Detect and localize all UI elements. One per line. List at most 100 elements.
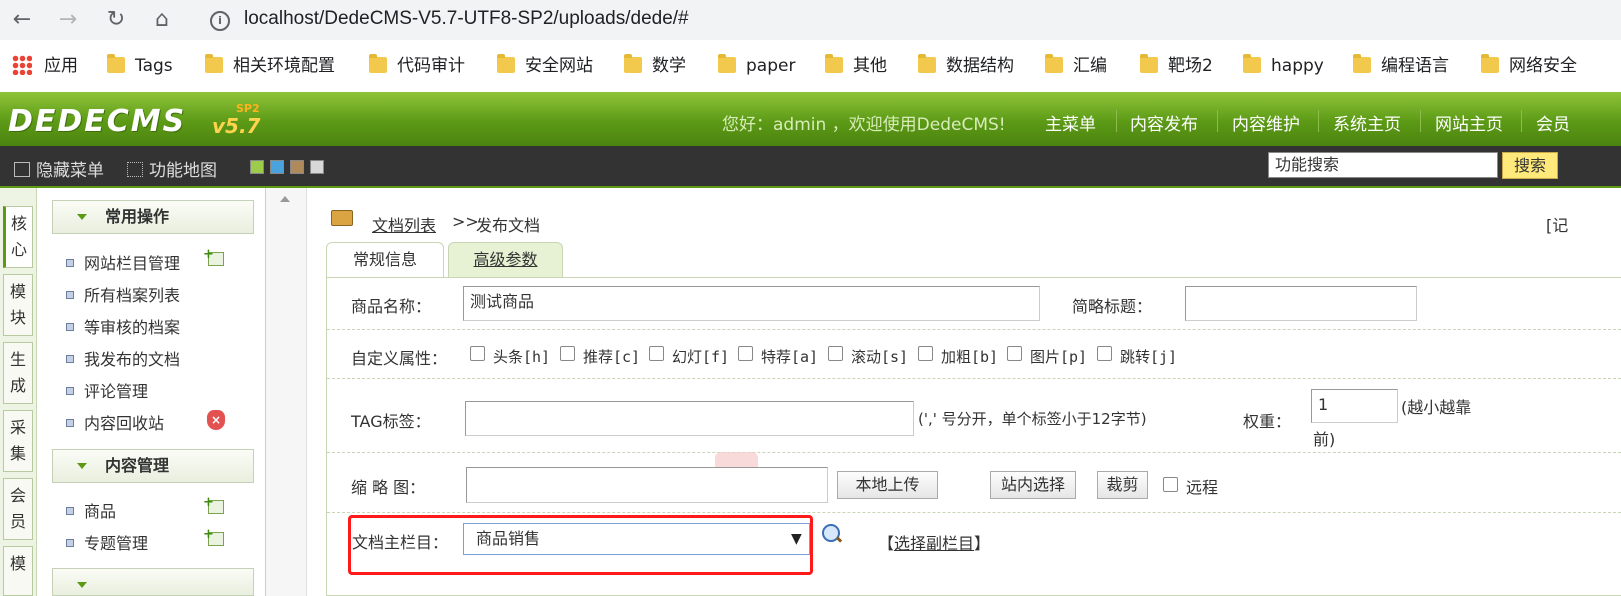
attr-scroll[interactable]: 滚动[s] — [828, 346, 908, 367]
menu-section-next[interactable] — [52, 568, 254, 596]
folder-icon — [107, 54, 125, 73]
theme-swatch-blue[interactable] — [270, 160, 284, 174]
search-button[interactable]: 搜索 — [1502, 152, 1558, 179]
menu-item-columns[interactable]: 网站栏目管理 — [66, 250, 180, 274]
menu-item-recycle[interactable]: 内容回收站 — [66, 410, 164, 434]
bookmark-other[interactable]: 其他 — [825, 54, 887, 78]
nav-site-home[interactable]: 网站主页 — [1435, 110, 1503, 135]
breadcrumb-doc-list[interactable]: 文档列表 — [372, 212, 436, 236]
bookmark-math[interactable]: 数学 — [624, 54, 686, 78]
checkbox[interactable] — [828, 346, 843, 361]
theme-swatch-gray[interactable] — [310, 160, 324, 174]
menu-section-content[interactable]: 内容管理 — [52, 449, 254, 483]
theme-swatch-green[interactable] — [250, 160, 264, 174]
bullet-icon — [66, 507, 74, 515]
back-icon[interactable]: ← — [6, 4, 38, 36]
add-icon[interactable] — [203, 527, 224, 546]
bookmark-paper[interactable]: paper — [718, 54, 795, 78]
bookmark-apps[interactable]: 应用 — [12, 54, 78, 78]
nav-maintain[interactable]: 内容维护 — [1232, 110, 1300, 135]
remote-checkbox[interactable]: 远程 — [1163, 474, 1218, 498]
weight-input[interactable]: 1 — [1311, 389, 1398, 423]
bookmark-assembly[interactable]: 汇编 — [1045, 54, 1107, 78]
menu-section-common[interactable]: 常用操作 — [52, 200, 254, 234]
checkbox[interactable] — [1163, 477, 1178, 492]
vtab-collect[interactable]: 采集 — [3, 410, 33, 472]
splitter[interactable] — [266, 188, 307, 596]
bullet-icon — [66, 539, 74, 547]
product-name-input[interactable]: 测试商品 — [463, 286, 1040, 321]
menu-item-pending[interactable]: 等审核的档案 — [66, 314, 180, 338]
tab-basic-info[interactable]: 常规信息 — [326, 242, 444, 278]
forward-icon[interactable]: → — [52, 4, 84, 36]
vtab-member[interactable]: 会员 — [3, 478, 33, 540]
add-icon[interactable] — [203, 247, 224, 266]
thumbnail-input[interactable] — [466, 467, 828, 503]
thumbnail-label: 缩 略 图： — [351, 478, 426, 497]
bookmark-env[interactable]: 相关环境配置 — [205, 54, 335, 78]
attr-special[interactable]: 特荐[a] — [738, 346, 818, 367]
short-title-input[interactable] — [1185, 286, 1417, 321]
crop-button[interactable]: 裁剪 — [1097, 471, 1148, 499]
bookmark-tags[interactable]: Tags — [107, 54, 173, 78]
function-map-button[interactable]: 功能地图 — [127, 156, 217, 181]
checkbox[interactable] — [649, 346, 664, 361]
checkbox[interactable] — [470, 346, 485, 361]
weight-label: 权重： — [1243, 412, 1292, 431]
menu-item-goods[interactable]: 商品 — [66, 498, 116, 522]
vtab-core[interactable]: 核心 — [3, 206, 33, 268]
function-search-input[interactable]: 功能搜索 — [1268, 152, 1498, 178]
checkbox[interactable] — [560, 346, 575, 361]
attr-image[interactable]: 图片[p] — [1007, 346, 1087, 367]
address-bar[interactable]: i localhost/DedeCMS-V5.7-UTF8-SP2/upload… — [198, 2, 1621, 38]
vtab-generate[interactable]: 生成 — [3, 342, 33, 404]
highlight-box — [348, 515, 813, 575]
checkbox[interactable] — [738, 346, 753, 361]
home-icon[interactable]: ⌂ — [146, 4, 178, 36]
vtab-template[interactable]: 模 — [3, 546, 33, 596]
checkbox[interactable] — [1007, 346, 1022, 361]
checkbox[interactable] — [918, 346, 933, 361]
menu-item-comments[interactable]: 评论管理 — [66, 378, 148, 402]
attr-jump[interactable]: 跳转[j] — [1097, 346, 1177, 367]
tag-input[interactable] — [465, 401, 914, 436]
bookmark-data-structures[interactable]: 数据结构 — [918, 54, 1014, 78]
site-select-button[interactable]: 站内选择 — [990, 471, 1076, 499]
menu-item-topics[interactable]: 专题管理 — [66, 530, 148, 554]
reload-icon[interactable]: ↻ — [100, 4, 132, 36]
nav-member[interactable]: 会员 — [1536, 110, 1570, 135]
bookmark-languages[interactable]: 编程语言 — [1353, 54, 1449, 78]
attr-headline[interactable]: 头条[h] — [470, 346, 550, 367]
select-sub-category-link[interactable]: 【选择副栏目】 — [878, 530, 990, 554]
bookmark-range2[interactable]: 靶场2 — [1140, 54, 1213, 78]
tab-advanced[interactable]: 高级参数 — [448, 242, 563, 278]
theme-swatch-brown[interactable] — [290, 160, 304, 174]
nav-system-home[interactable]: 系统主页 — [1333, 110, 1401, 135]
bookmark-happy[interactable]: happy — [1243, 54, 1324, 78]
add-icon[interactable] — [203, 495, 224, 514]
attr-bold[interactable]: 加粗[b] — [918, 346, 998, 367]
folder-icon — [205, 54, 223, 73]
scroll-up-icon[interactable] — [280, 196, 290, 202]
menu-item-all-archives[interactable]: 所有档案列表 — [66, 282, 180, 306]
recycle-clear-icon[interactable]: × — [207, 410, 225, 430]
bullet-icon — [66, 355, 74, 363]
checkbox[interactable] — [1097, 346, 1112, 361]
nav-publish[interactable]: 内容发布 — [1130, 110, 1198, 135]
book-icon — [331, 210, 353, 226]
local-upload-button[interactable]: 本地上传 — [837, 471, 938, 499]
folder-icon — [497, 54, 515, 73]
bookmark-audit[interactable]: 代码审计 — [369, 54, 465, 78]
info-icon[interactable]: i — [210, 11, 230, 31]
menu-item-my-docs[interactable]: 我发布的文档 — [66, 346, 180, 370]
bookmark-netsec[interactable]: 网络安全 — [1481, 54, 1577, 78]
nav-main-menu[interactable]: 主菜单 — [1045, 110, 1096, 135]
bookmark-security-sites[interactable]: 安全网站 — [497, 54, 593, 78]
welcome-text: 您好：admin ，欢迎使用DedeCMS! — [722, 115, 1006, 135]
address-text[interactable]: localhost/DedeCMS-V5.7-UTF8-SP2/uploads/… — [244, 8, 689, 30]
attr-recommend[interactable]: 推荐[c] — [560, 346, 640, 367]
hide-menu-button[interactable]: 隐藏菜单 — [14, 156, 104, 181]
attr-slide[interactable]: 幻灯[f] — [649, 346, 729, 367]
vtab-module[interactable]: 模块 — [3, 274, 33, 336]
breadcrumb-right-link[interactable]: [记 — [1546, 212, 1568, 236]
